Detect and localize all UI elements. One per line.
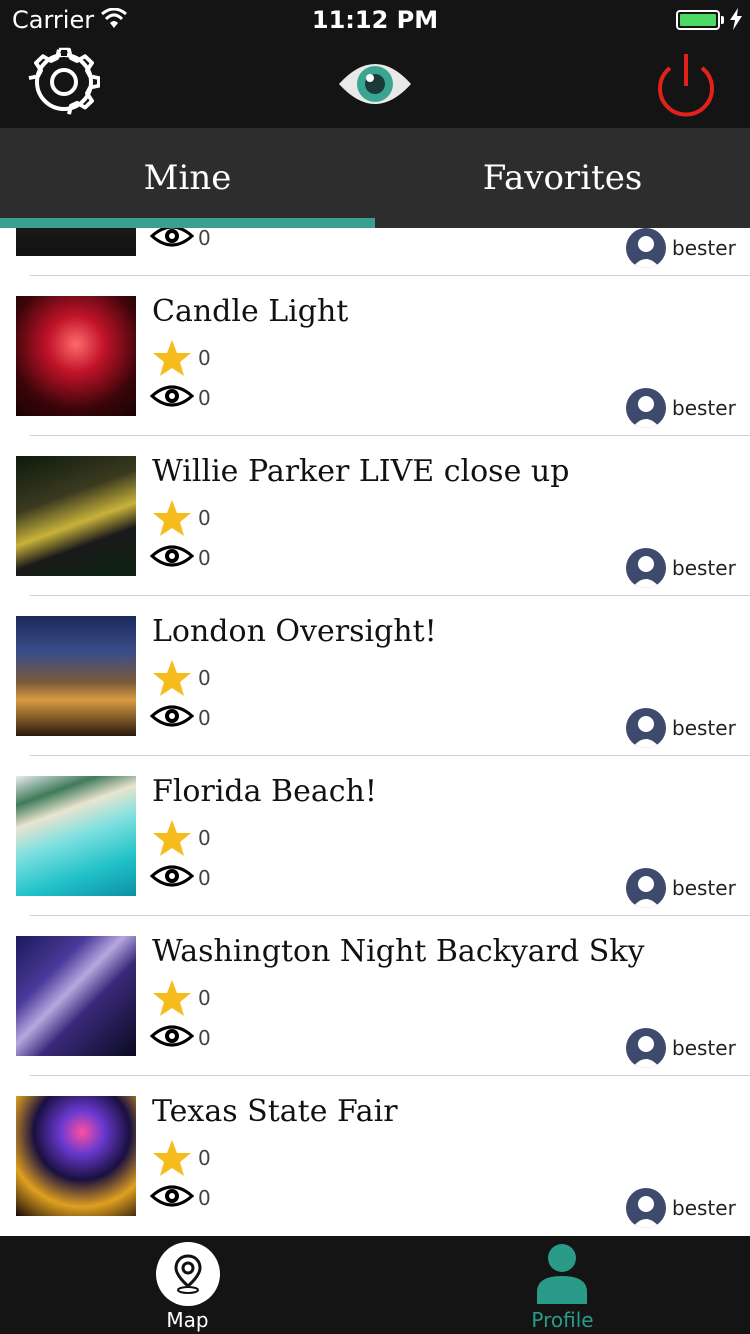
post-list[interactable]: 0 bester Candle Light 0 0 bester Willie … (0, 228, 750, 1236)
favorite-count: 0 (198, 666, 211, 690)
view-count: 0 (198, 546, 211, 570)
username: bester (672, 396, 736, 420)
avatar (626, 1188, 666, 1228)
post-title: Texas State Fair (152, 1094, 398, 1129)
list-item[interactable]: Candle Light 0 0 bester (0, 276, 750, 436)
avatar (626, 708, 666, 748)
bottom-tab-bar: Map Profile (0, 1236, 750, 1334)
username: bester (672, 1036, 736, 1060)
list-item[interactable]: Texas State Fair 0 0 bester (0, 1076, 750, 1236)
map-tab-circle (156, 1242, 220, 1306)
view-count: 0 (198, 706, 211, 730)
list-item[interactable]: London Oversight! 0 0 bester (0, 596, 750, 756)
tab-selection-indicator (0, 218, 375, 228)
view-count: 0 (198, 866, 211, 890)
view-count: 0 (198, 1026, 211, 1050)
avatar (626, 548, 666, 588)
battery-tip (721, 16, 724, 24)
list-item[interactable]: Washington Night Backyard Sky 0 0 bester (0, 916, 750, 1076)
post-thumbnail (16, 616, 136, 736)
list-item[interactable]: Willie Parker LIVE close up 0 0 bester (0, 436, 750, 596)
tab-favorites[interactable]: Favorites (375, 128, 750, 228)
battery-icon (676, 10, 720, 30)
favorite-count: 0 (198, 506, 211, 530)
view-count: 0 (198, 386, 211, 410)
tab-map[interactable]: Map (0, 1236, 375, 1334)
list-item[interactable]: Florida Beach! 0 0 bester (0, 756, 750, 916)
post-title: London Oversight! (152, 614, 437, 649)
map-pin-icon (174, 1254, 202, 1294)
post-thumbnail (16, 456, 136, 576)
star-icon[interactable] (152, 498, 192, 538)
post-title: Florida Beach! (152, 774, 377, 809)
star-icon[interactable] (152, 978, 192, 1018)
post-thumbnail (16, 936, 136, 1056)
view-count: 0 (198, 1186, 211, 1210)
eye-icon (150, 865, 194, 887)
post-thumbnail (16, 228, 136, 256)
avatar (626, 868, 666, 908)
post-thumbnail (16, 296, 136, 416)
profile-icon (537, 1244, 587, 1304)
post-title: Washington Night Backyard Sky (152, 934, 645, 969)
avatar (626, 388, 666, 428)
favorite-count: 0 (198, 346, 211, 370)
favorite-count: 0 (198, 826, 211, 850)
charging-icon (730, 8, 742, 30)
post-thumbnail (16, 776, 136, 896)
profile-tab-label: Profile (531, 1308, 594, 1332)
eye-icon (150, 385, 194, 407)
post-title: Candle Light (152, 294, 349, 329)
nav-bar (0, 40, 750, 128)
post-title: Willie Parker LIVE close up (152, 454, 570, 489)
eye-icon (339, 64, 411, 104)
favorite-count: 0 (198, 986, 211, 1010)
map-tab-label: Map (166, 1308, 209, 1332)
eye-icon (150, 545, 194, 567)
username: bester (672, 716, 736, 740)
username: bester (672, 236, 736, 260)
eye-icon (150, 1025, 194, 1047)
username: bester (672, 556, 736, 580)
star-icon[interactable] (152, 338, 192, 378)
username: bester (672, 1196, 736, 1220)
avatar (626, 1028, 666, 1068)
tab-profile[interactable]: Profile (375, 1236, 750, 1334)
clock: 11:12 PM (311, 6, 439, 34)
status-bar: Carrier 11:12 PM (0, 0, 750, 40)
eye-icon (150, 1185, 194, 1207)
gear-icon[interactable] (28, 46, 100, 118)
view-count: 0 (198, 228, 211, 250)
tab-mine[interactable]: Mine (0, 128, 375, 228)
star-icon[interactable] (152, 1138, 192, 1178)
segmented-tabs: Mine Favorites (0, 128, 750, 228)
username: bester (672, 876, 736, 900)
post-thumbnail (16, 1096, 136, 1216)
avatar (626, 228, 666, 268)
power-icon[interactable] (652, 48, 720, 120)
star-icon[interactable] (152, 658, 192, 698)
list-item[interactable]: 0 bester (0, 228, 750, 276)
eye-icon (150, 705, 194, 727)
star-icon[interactable] (152, 818, 192, 858)
eye-icon (150, 228, 194, 247)
favorite-count: 0 (198, 1146, 211, 1170)
